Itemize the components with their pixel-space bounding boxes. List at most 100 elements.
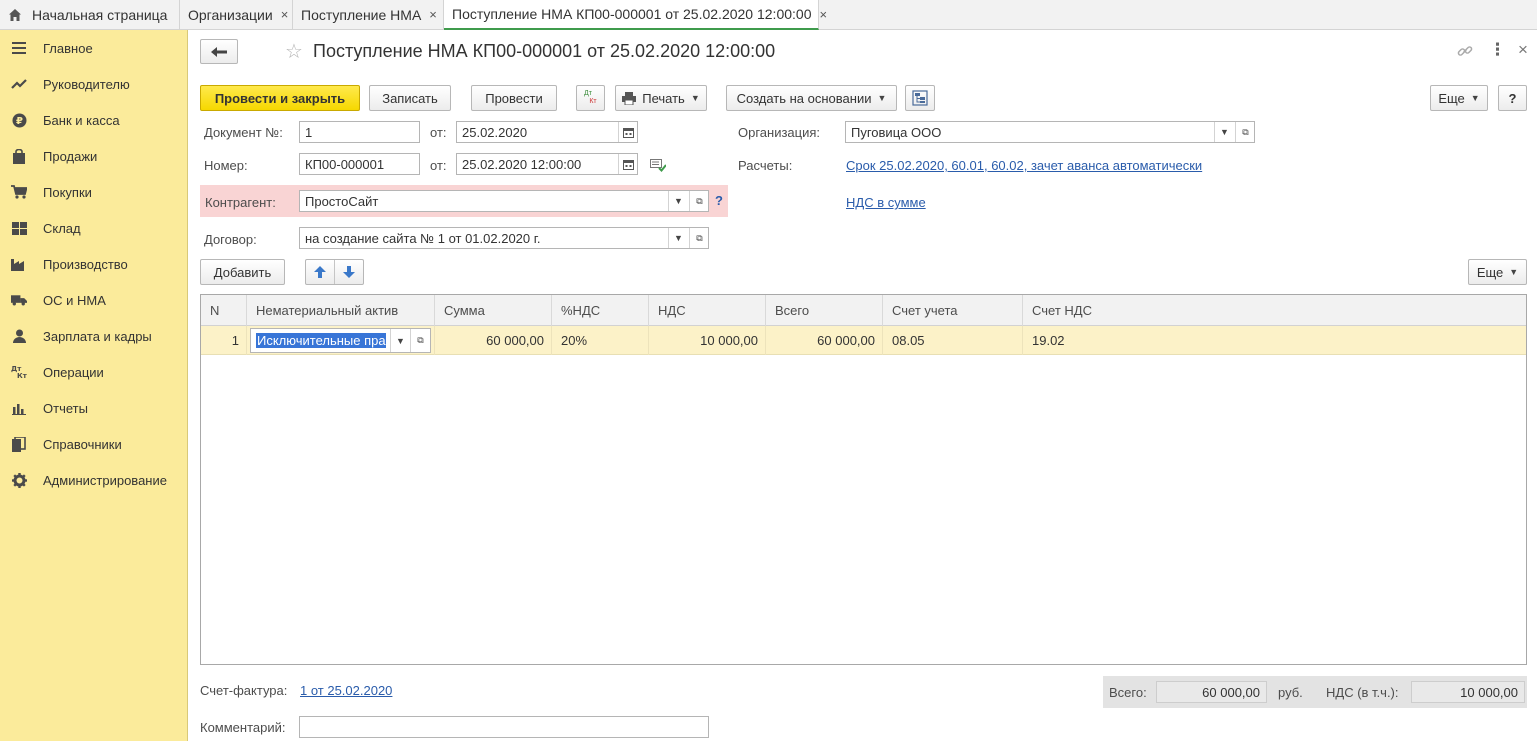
column-header-asset[interactable]: Нематериальный актив: [247, 295, 435, 326]
vat-in-sum-link[interactable]: НДС в сумме: [846, 195, 926, 210]
star-icon[interactable]: ☆: [285, 39, 303, 64]
sidebar-item-warehouse[interactable]: Склад: [0, 210, 188, 246]
move-buttons: [305, 259, 364, 285]
dt-label: Дт: [584, 90, 592, 97]
table-row[interactable]: 1 Исключительные пра ▼ ⧉ 60 000,00 20% 1…: [201, 326, 1526, 355]
sidebar-item-label: Руководителю: [43, 76, 130, 92]
create-based-on-button[interactable]: Создать на основании ▼: [726, 85, 897, 111]
calendar-icon[interactable]: [618, 122, 637, 142]
document-form: ☆ Поступление НМА КП00-000001 от 25.02.2…: [189, 30, 1537, 741]
post-button[interactable]: Провести: [471, 85, 557, 111]
counterparty-field[interactable]: ПростоСайт ▼ ⧉: [299, 190, 709, 212]
person-icon: [11, 328, 27, 344]
post-and-close-button[interactable]: Провести и закрыть: [200, 85, 360, 111]
sidebar-item-label: Производство: [43, 256, 128, 272]
chevron-down-icon[interactable]: ▼: [668, 191, 688, 211]
print-label: Печать: [642, 90, 685, 106]
move-up-button[interactable]: [306, 260, 335, 284]
sidebar-item-salary[interactable]: Зарплата и кадры: [0, 318, 188, 354]
add-row-button[interactable]: Добавить: [200, 259, 285, 285]
close-icon[interactable]: ×: [281, 7, 289, 22]
sidebar-item-label: Администрирование: [43, 472, 167, 488]
number-field[interactable]: КП00-000001: [299, 153, 420, 175]
column-header-vat[interactable]: НДС: [649, 295, 766, 326]
bag-icon: [11, 148, 27, 164]
cell-account: 08.05: [883, 326, 1023, 355]
gear-icon: [11, 472, 27, 488]
tab-nma-list[interactable]: Поступление НМА ×: [293, 0, 444, 29]
ruble-icon: ₽: [11, 112, 27, 128]
sidebar-item-label: Продажи: [43, 148, 98, 164]
column-header-sum[interactable]: Сумма: [435, 295, 552, 326]
column-header-total[interactable]: Всего: [766, 295, 883, 326]
close-icon[interactable]: ×: [819, 7, 827, 22]
link-icon[interactable]: [1457, 43, 1473, 59]
chevron-down-icon[interactable]: ▼: [1214, 122, 1234, 142]
tab-document-label: Поступление НМА КП00-000001 от 25.02.202…: [452, 6, 812, 22]
cell-n: 1: [201, 326, 247, 355]
move-down-button[interactable]: [335, 260, 363, 284]
invoice-link[interactable]: 1 от 25.02.2020: [300, 683, 392, 698]
doc-number-field[interactable]: 1: [299, 121, 420, 143]
open-icon[interactable]: ⧉: [689, 228, 708, 248]
contract-field[interactable]: на создание сайта № 1 от 01.02.2020 г. ▼…: [299, 227, 709, 249]
dt-kt-button[interactable]: Дт Кт: [576, 85, 605, 111]
sidebar-item-manager[interactable]: Руководителю: [0, 66, 188, 102]
arrow-left-icon: [211, 46, 227, 57]
tab-document[interactable]: Поступление НМА КП00-000001 от 25.02.202…: [444, 0, 827, 30]
sidebar-item-label: Зарплата и кадры: [43, 328, 152, 344]
number-label: Номер:: [204, 158, 248, 173]
sidebar-item-purchases[interactable]: Покупки: [0, 174, 188, 210]
column-header-n[interactable]: N: [201, 295, 247, 326]
cell-vat-account: 19.02: [1032, 333, 1065, 348]
question-icon[interactable]: ?: [715, 193, 723, 208]
sidebar-item-production[interactable]: Производство: [0, 246, 188, 282]
more-vertical-icon[interactable]: ⋮: [1489, 40, 1506, 60]
more-button[interactable]: Еще ▼: [1430, 85, 1488, 111]
svg-text:Кт: Кт: [17, 372, 27, 379]
close-icon[interactable]: ×: [1518, 40, 1528, 60]
sidebar-item-assets[interactable]: ОС и НМА: [0, 282, 188, 318]
help-button[interactable]: ?: [1498, 85, 1527, 111]
structure-button[interactable]: [905, 85, 935, 111]
save-button[interactable]: Записать: [369, 85, 451, 111]
total-value: 60 000,00: [1156, 681, 1267, 703]
print-button[interactable]: Печать ▼: [615, 85, 707, 111]
chevron-down-icon[interactable]: ▼: [390, 329, 410, 352]
tab-organizations-label: Организации: [188, 6, 273, 23]
sidebar-item-reports[interactable]: Отчеты: [0, 390, 188, 426]
table-more-button[interactable]: Еще ▼: [1468, 259, 1527, 285]
doc-date-field[interactable]: 25.02.2020: [456, 121, 638, 143]
open-icon[interactable]: ⧉: [689, 191, 708, 211]
edit-number-icon[interactable]: [650, 158, 666, 172]
sidebar-item-catalogs[interactable]: Справочники: [0, 426, 188, 462]
column-header-account[interactable]: Счет учета: [883, 295, 1023, 326]
chevron-down-icon[interactable]: ▼: [668, 228, 688, 248]
close-icon[interactable]: ×: [429, 7, 437, 22]
doc-number-label: Документ №:: [204, 125, 283, 140]
open-icon[interactable]: ⧉: [410, 329, 430, 352]
asset-editor[interactable]: Исключительные пра ▼ ⧉: [250, 328, 431, 353]
tab-organizations[interactable]: Организации ×: [180, 0, 293, 29]
organization-field[interactable]: Пуговица ООО ▼ ⧉: [845, 121, 1255, 143]
sidebar-item-label: Склад: [43, 220, 81, 236]
counterparty-value: ПростоСайт: [305, 194, 379, 209]
number-date-field[interactable]: 25.02.2020 12:00:00: [456, 153, 638, 175]
sidebar-item-main[interactable]: Главное: [0, 30, 188, 66]
assets-table[interactable]: N Нематериальный актив Сумма %НДС НДС Вс…: [200, 294, 1527, 665]
chevron-down-icon: ▼: [1470, 93, 1480, 103]
sidebar-item-bank[interactable]: ₽ Банк и касса: [0, 102, 188, 138]
column-header-vat-account[interactable]: Счет НДС: [1023, 295, 1526, 326]
back-button[interactable]: [200, 39, 238, 64]
tab-home[interactable]: Начальная страница: [0, 0, 180, 29]
cell-asset[interactable]: Исключительные пра ▼ ⧉: [247, 326, 435, 355]
open-icon[interactable]: ⧉: [1235, 122, 1254, 142]
sidebar-item-operations[interactable]: Дт Кт Операции: [0, 354, 188, 390]
sidebar-item-admin[interactable]: Администрирование: [0, 462, 188, 498]
settlements-link[interactable]: Срок 25.02.2020, 60.01, 60.02, зачет ава…: [846, 158, 1202, 173]
comment-field[interactable]: [299, 716, 709, 738]
sidebar-item-sales[interactable]: Продажи: [0, 138, 188, 174]
column-header-vat-rate[interactable]: %НДС: [552, 295, 649, 326]
calendar-icon[interactable]: [618, 154, 637, 174]
printer-icon: [622, 91, 637, 105]
